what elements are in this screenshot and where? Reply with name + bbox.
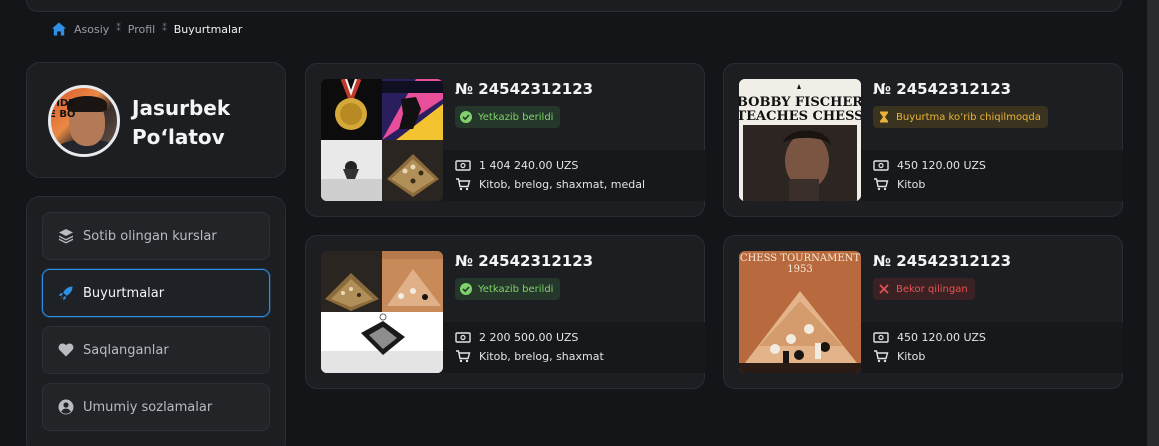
status-badge: Yetkazib berildi	[455, 106, 561, 128]
order-image	[321, 251, 443, 373]
order-price-row: 2 200 500.00 UZS	[455, 330, 578, 344]
cart-icon	[456, 350, 471, 363]
order-items: Kitob, brelog, shaxmat	[479, 349, 604, 363]
order-items-row: Kitob, brelog, shaxmat, medal	[455, 177, 645, 191]
order-price-row: 450 120.00 UZS	[873, 330, 986, 344]
order-items-row: Kitob, brelog, shaxmat	[455, 349, 604, 363]
order-items: Kitob	[897, 349, 926, 363]
status-badge: Bekor qilingan	[873, 278, 975, 300]
rocket-icon	[59, 286, 73, 300]
order-price-row: 450 120.00 UZS	[873, 158, 986, 172]
sidebar-item-saved[interactable]: Saqlanganlar	[42, 326, 270, 374]
sidebar-item-courses[interactable]: Sotib olingan kurslar	[42, 212, 270, 260]
order-number: № 24542312123	[873, 80, 1012, 98]
status-badge: Buyurtma ko‘rib chiqilmoqda	[873, 106, 1048, 128]
order-price: 450 120.00 UZS	[897, 158, 986, 172]
check-circle-icon	[460, 111, 472, 123]
page-scrollbar[interactable]	[1147, 0, 1159, 446]
book-cover-image: BOBBY FISCHER TEACHES CHESS	[739, 79, 861, 201]
order-card[interactable]: CHESS TOURNAMENT 1953 № 24542312123 Beko…	[723, 235, 1123, 389]
breadcrumb-separator: ⁑	[116, 24, 121, 34]
order-number: № 24542312123	[873, 252, 1012, 270]
status-text: Buyurtma ko‘rib chiqilmoqda	[896, 111, 1041, 123]
order-number: № 24542312123	[455, 252, 594, 270]
order-card[interactable]: BOBBY FISCHER TEACHES CHESS № 2454231212…	[723, 63, 1123, 217]
user-circle-icon	[58, 399, 74, 415]
breadcrumb-current: Buyurtmalar	[173, 22, 243, 36]
order-card[interactable]: № 24542312123 Yetkazib berildi 2 200 500…	[305, 235, 705, 389]
sidebar-item-label: Umumiy sozlamalar	[83, 399, 213, 415]
close-icon	[879, 284, 889, 294]
cart-icon	[874, 178, 889, 191]
order-info: 450 120.00 UZS Kitob	[861, 322, 1123, 373]
sidebar-menu: Sotib olingan kurslar Buyurtmalar Saqlan…	[26, 196, 286, 446]
order-price: 1 404 240.00 UZS	[479, 158, 579, 172]
order-price: 2 200 500.00 UZS	[479, 330, 579, 344]
breadcrumb-separator: ⁑	[162, 24, 167, 34]
sidebar-item-label: Buyurtmalar	[83, 285, 165, 301]
sidebar-item-orders[interactable]: Buyurtmalar	[42, 269, 270, 317]
status-text: Bekor qilingan	[896, 283, 968, 295]
user-last-name: Po‘latov	[132, 125, 225, 149]
money-icon	[455, 160, 471, 171]
order-items-row: Kitob	[873, 177, 925, 191]
money-icon	[873, 160, 889, 171]
order-price-row: 1 404 240.00 UZS	[455, 158, 578, 172]
avatar-sign-text: SIDE E BO	[49, 98, 76, 120]
sidebar-item-label: Sotib olingan kurslar	[83, 228, 217, 244]
layers-icon	[59, 229, 73, 244]
order-items-row: Kitob	[873, 349, 925, 363]
order-items: Kitob, brelog, shaxmat, medal	[479, 177, 646, 191]
book-cover-image: CHESS TOURNAMENT 1953	[739, 251, 861, 373]
order-card[interactable]: № 24542312123 Yetkazib berildi 1 404 240…	[305, 63, 705, 217]
svg-text:CHESS TOURNAMENT: CHESS TOURNAMENT	[740, 253, 860, 264]
user-name: Jasurbek Po‘latov	[132, 94, 230, 152]
user-first-name: Jasurbek	[132, 96, 231, 120]
svg-text:TEACHES CHESS: TEACHES CHESS	[739, 109, 861, 124]
order-price: 450 120.00 UZS	[897, 330, 986, 344]
order-info: 2 200 500.00 UZS Kitob, brelog, shaxmat	[443, 322, 705, 373]
sidebar-item-settings[interactable]: Umumiy sozlamalar	[42, 383, 270, 431]
status-text: Yetkazib berildi	[478, 283, 554, 295]
breadcrumb-profile[interactable]: Profil	[128, 23, 155, 36]
hourglass-icon	[880, 111, 888, 123]
svg-text:1953: 1953	[787, 264, 812, 275]
order-image-collage	[321, 251, 443, 373]
cart-icon	[874, 350, 889, 363]
breadcrumb-home[interactable]: Asosiy	[74, 23, 109, 36]
check-circle-icon	[460, 283, 472, 295]
order-info: 1 404 240.00 UZS Kitob, brelog, shaxmat,…	[443, 150, 705, 201]
order-image: BOBBY FISCHER TEACHES CHESS	[739, 79, 861, 201]
svg-text:BOBBY FISCHER: BOBBY FISCHER	[739, 95, 861, 110]
status-badge: Yetkazib berildi	[455, 278, 561, 300]
order-image-collage	[321, 79, 443, 201]
profile-card: SIDE E BO Jasurbek Po‘latov	[26, 62, 286, 178]
sidebar-item-label: Saqlanganlar	[83, 342, 169, 358]
money-icon	[873, 332, 889, 343]
order-image	[321, 79, 443, 201]
breadcrumb: Asosiy ⁑ Profil ⁑ Buyurtmalar	[51, 20, 242, 38]
home-icon[interactable]	[51, 21, 67, 37]
order-info: 450 120.00 UZS Kitob	[861, 150, 1123, 201]
money-icon	[455, 332, 471, 343]
order-image: CHESS TOURNAMENT 1953	[739, 251, 861, 373]
order-items: Kitob	[897, 177, 926, 191]
cart-icon	[456, 178, 471, 191]
avatar: SIDE E BO	[48, 85, 120, 157]
heart-icon	[58, 343, 74, 357]
header-bar	[26, 0, 1122, 12]
status-text: Yetkazib berildi	[478, 111, 554, 123]
order-number: № 24542312123	[455, 80, 594, 98]
